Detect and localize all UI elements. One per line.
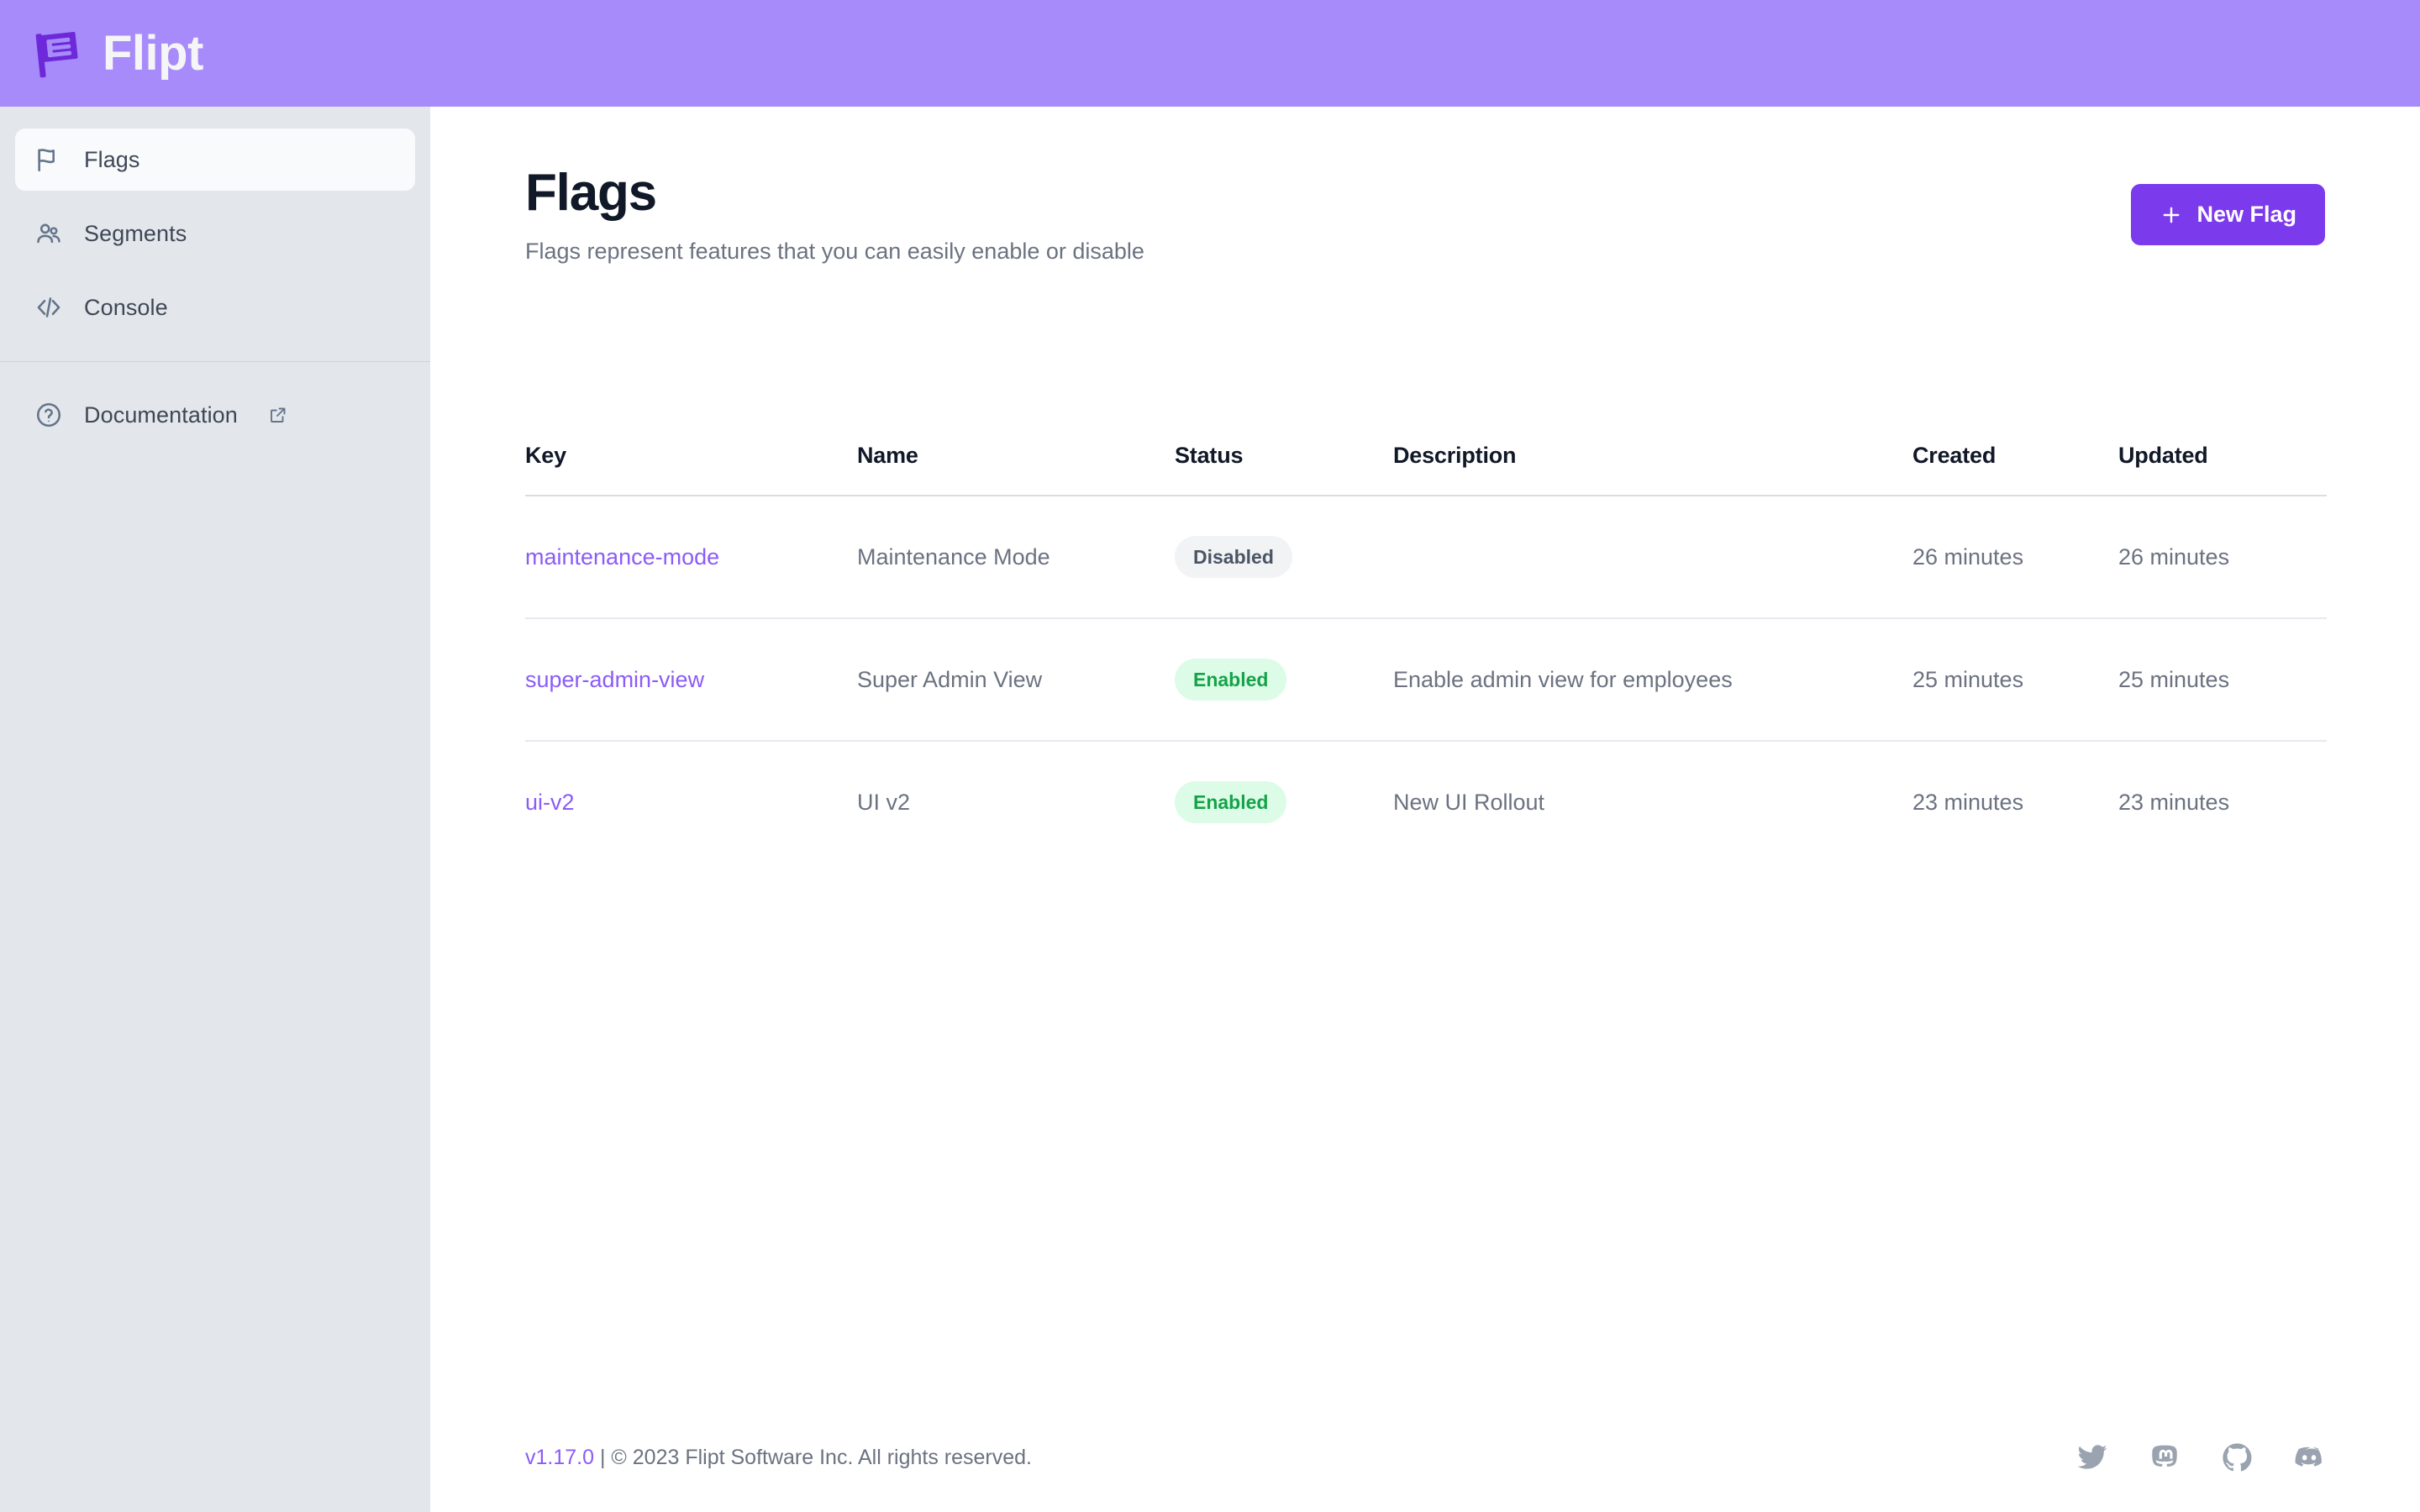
- sidebar-item-flags[interactable]: Flags: [15, 129, 415, 191]
- cell-key: ui-v2: [525, 741, 857, 863]
- code-brackets-icon: [34, 292, 64, 323]
- column-header-name[interactable]: Name: [857, 443, 1175, 496]
- cell-key: super-admin-view: [525, 618, 857, 741]
- sidebar-item-label: Documentation: [84, 402, 238, 428]
- footer-copyright-text: | © 2023 Flipt Software Inc. All rights …: [594, 1446, 1032, 1469]
- github-icon[interactable]: [2221, 1441, 2253, 1473]
- status-badge: Enabled: [1175, 659, 1286, 701]
- page-title: Flags: [525, 165, 1144, 220]
- sidebar-item-label: Segments: [84, 221, 187, 247]
- cell-status: Disabled: [1175, 496, 1393, 618]
- column-header-description[interactable]: Description: [1393, 443, 1912, 496]
- cell-description: New UI Rollout: [1393, 741, 1912, 863]
- column-header-key[interactable]: Key: [525, 443, 857, 496]
- footer-social-links: [2076, 1441, 2325, 1473]
- question-circle-icon: [34, 400, 64, 430]
- sidebar-divider: [0, 361, 430, 362]
- cell-name: Super Admin View: [857, 618, 1175, 741]
- cell-key: maintenance-mode: [525, 496, 857, 618]
- cell-status: Enabled: [1175, 618, 1393, 741]
- new-flag-button-label: New Flag: [2196, 202, 2296, 228]
- app-header: Flipt: [0, 0, 2420, 107]
- cell-updated: 23 minutes: [2118, 741, 2327, 863]
- sidebar-item-documentation[interactable]: Documentation: [15, 384, 415, 446]
- table-row[interactable]: super-admin-view Super Admin View Enable…: [525, 618, 2327, 741]
- twitter-icon[interactable]: [2076, 1441, 2108, 1473]
- page-header: Flags Flags represent features that you …: [525, 165, 2325, 265]
- flag-key-link[interactable]: ui-v2: [525, 790, 575, 815]
- table-body: maintenance-mode Maintenance Mode Disabl…: [525, 496, 2327, 863]
- page-header-text: Flags Flags represent features that you …: [525, 165, 1144, 265]
- column-header-updated[interactable]: Updated: [2118, 443, 2327, 496]
- main-content: Flags Flags represent features that you …: [430, 107, 2420, 1512]
- discord-icon[interactable]: [2293, 1441, 2325, 1473]
- footer-version-link[interactable]: v1.17.0: [525, 1446, 594, 1469]
- table-row[interactable]: ui-v2 UI v2 Enabled New UI Rollout 23 mi…: [525, 741, 2327, 863]
- table-header: Key Name Status Description Created Upda…: [525, 443, 2327, 496]
- column-header-status[interactable]: Status: [1175, 443, 1393, 496]
- mastodon-icon[interactable]: [2149, 1441, 2181, 1473]
- flipt-flag-logo-icon: [32, 27, 86, 81]
- cell-description: [1393, 496, 1912, 618]
- table-row[interactable]: maintenance-mode Maintenance Mode Disabl…: [525, 496, 2327, 618]
- cell-status: Enabled: [1175, 741, 1393, 863]
- sidebar: Flags Segments Console: [0, 107, 430, 1512]
- table-header-row: Key Name Status Description Created Upda…: [525, 443, 2327, 496]
- external-link-icon: [268, 405, 288, 425]
- flag-icon: [34, 144, 64, 175]
- column-header-created[interactable]: Created: [1912, 443, 2118, 496]
- nav-spacer: [15, 191, 415, 202]
- new-flag-button[interactable]: New Flag: [2131, 184, 2325, 245]
- status-badge: Disabled: [1175, 536, 1292, 578]
- sidebar-item-segments[interactable]: Segments: [15, 202, 415, 265]
- nav-spacer: [15, 265, 415, 276]
- sidebar-item-console[interactable]: Console: [15, 276, 415, 339]
- footer-copyright: v1.17.0 | © 2023 Flipt Software Inc. All…: [525, 1446, 1032, 1470]
- sidebar-item-label: Flags: [84, 147, 140, 173]
- flag-key-link[interactable]: super-admin-view: [525, 667, 704, 692]
- cell-created: 25 minutes: [1912, 618, 2118, 741]
- cell-updated: 25 minutes: [2118, 618, 2327, 741]
- flags-table: Key Name Status Description Created Upda…: [525, 443, 2327, 863]
- cell-updated: 26 minutes: [2118, 496, 2327, 618]
- app-footer: v1.17.0 | © 2023 Flipt Software Inc. All…: [430, 1403, 2420, 1512]
- plus-icon: [2160, 203, 2183, 227]
- flags-table-container: Key Name Status Description Created Upda…: [525, 443, 2327, 863]
- cell-name: UI v2: [857, 741, 1175, 863]
- brand-name: Flipt: [103, 29, 203, 78]
- cell-name: Maintenance Mode: [857, 496, 1175, 618]
- cell-created: 26 minutes: [1912, 496, 2118, 618]
- sidebar-item-label: Console: [84, 295, 168, 321]
- cell-description: Enable admin view for employees: [1393, 618, 1912, 741]
- status-badge: Enabled: [1175, 781, 1286, 823]
- users-icon: [34, 218, 64, 249]
- page-subtitle: Flags represent features that you can ea…: [525, 239, 1144, 265]
- brand-link[interactable]: Flipt: [32, 27, 203, 81]
- flag-key-link[interactable]: maintenance-mode: [525, 544, 719, 570]
- cell-created: 23 minutes: [1912, 741, 2118, 863]
